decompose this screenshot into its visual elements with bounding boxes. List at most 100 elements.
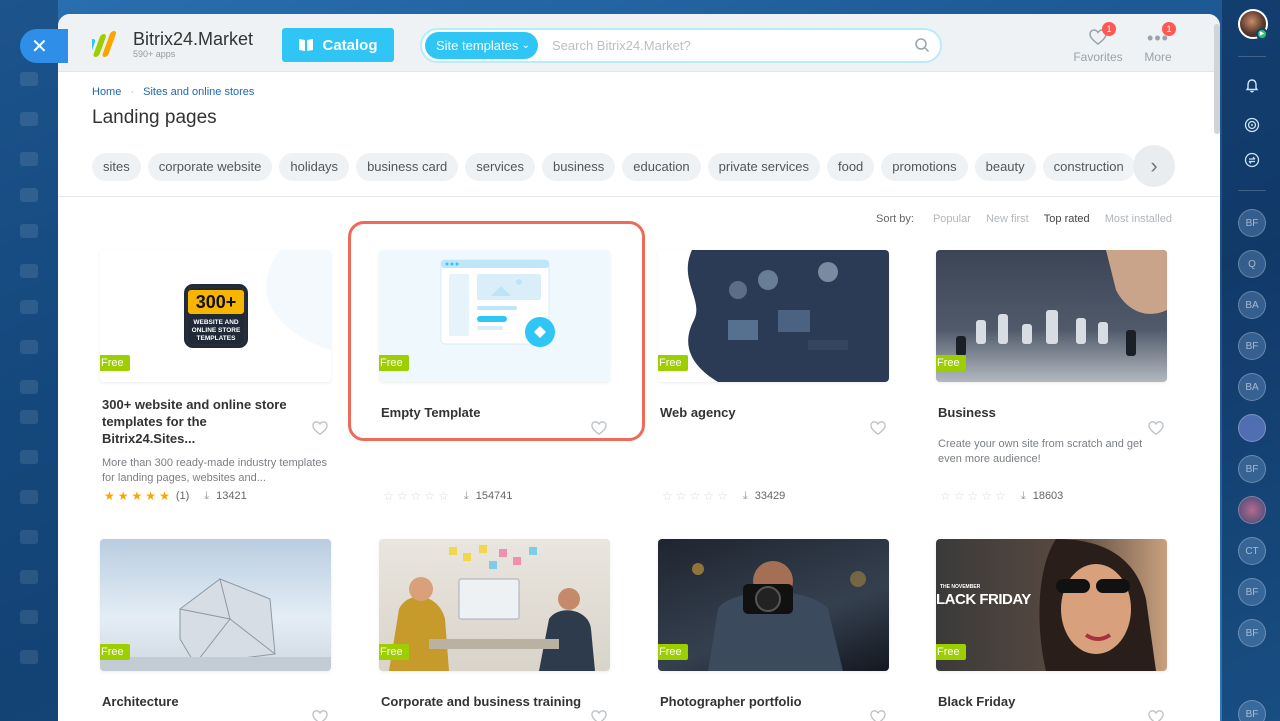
- card-thumbnail[interactable]: Free: [936, 250, 1167, 382]
- card-title[interactable]: 300+ website and online store templates …: [102, 396, 302, 447]
- star-icon: ☆: [424, 489, 436, 503]
- template-card[interactable]: Free Business Create your own site from …: [936, 250, 1167, 503]
- download-icon: ⤓: [204, 489, 210, 502]
- favorite-toggle[interactable]: [1147, 420, 1165, 436]
- bell-icon[interactable]: [1238, 72, 1266, 100]
- star-icon: ☆: [967, 489, 979, 503]
- target-icon[interactable]: [1238, 111, 1266, 139]
- tag-chip[interactable]: holidays: [279, 153, 350, 181]
- tag-chip[interactable]: food: [826, 153, 875, 181]
- tag-chip[interactable]: sites: [92, 153, 141, 181]
- card-thumbnail[interactable]: Free: [100, 539, 331, 671]
- chat-avatar[interactable]: CT: [1238, 537, 1266, 565]
- card-title[interactable]: Architecture: [102, 693, 302, 710]
- chips-scroll-right-button[interactable]: ›: [1133, 145, 1175, 187]
- card-title[interactable]: Photographer portfolio: [660, 693, 860, 710]
- favorites-button[interactable]: 1 Favorites: [1068, 22, 1128, 64]
- free-badge: Free: [936, 355, 966, 371]
- market-logo-icon[interactable]: [92, 31, 122, 57]
- card-title[interactable]: Web agency: [660, 404, 860, 421]
- sidebar-ghost-item: [20, 72, 38, 86]
- star-icon: ★: [117, 489, 129, 503]
- template-card[interactable]: 300+ WEBSITE AND ONLINE STORE TEMPLATES …: [100, 250, 331, 503]
- free-badge: Free: [100, 644, 130, 660]
- breadcrumb-separator: ·: [130, 86, 135, 98]
- template-card[interactable]: Free Web agency ☆ ☆ ☆ ☆ ☆ ⤓ 33429: [658, 250, 889, 503]
- template-card[interactable]: THE NOVEMBER LACK FRIDAY Free Black Frid…: [936, 539, 1167, 721]
- sort-most-installed[interactable]: Most installed: [1105, 213, 1172, 225]
- search-scope-dropdown[interactable]: Site templates ⌄: [425, 32, 538, 59]
- heart-icon: [312, 710, 328, 721]
- heart-icon: [1148, 710, 1164, 721]
- favorite-toggle[interactable]: [590, 709, 608, 721]
- sort-label: Sort by:: [876, 213, 914, 225]
- breadcrumb-section[interactable]: Sites and online stores: [143, 86, 254, 98]
- card-meta: ☆ ☆ ☆ ☆ ☆ ⤓ 33429: [662, 489, 785, 503]
- sync-icon[interactable]: [1238, 146, 1266, 174]
- tag-chip[interactable]: beauty: [974, 153, 1036, 181]
- market-panel: Bitrix24.Market 590+ apps Catalog Site t…: [58, 14, 1220, 721]
- chat-avatar[interactable]: BF: [1238, 578, 1266, 606]
- favorite-toggle[interactable]: [311, 420, 329, 436]
- template-card[interactable]: Free Photographer portfolio: [658, 539, 889, 721]
- card-thumbnail[interactable]: THE NOVEMBER LACK FRIDAY Free: [936, 539, 1167, 671]
- panel-scrollbar[interactable]: [1214, 24, 1220, 134]
- card-thumbnail[interactable]: 300+ WEBSITE AND ONLINE STORE TEMPLATES …: [100, 250, 331, 382]
- template-card[interactable]: Free Architecture: [100, 539, 331, 721]
- sort-new-first[interactable]: New first: [986, 213, 1029, 225]
- tag-chip[interactable]: education: [622, 153, 701, 181]
- template-card[interactable]: Free Empty Template ☆ ☆ ☆ ☆ ☆ ⤓ 154741: [379, 250, 610, 503]
- brand-title[interactable]: Bitrix24.Market: [133, 29, 253, 50]
- star-icon: ☆: [410, 489, 422, 503]
- search-icon[interactable]: [914, 37, 930, 53]
- tag-chip[interactable]: business: [541, 153, 616, 181]
- catalog-button[interactable]: Catalog: [282, 28, 394, 62]
- chat-avatar[interactable]: BA: [1238, 291, 1266, 319]
- chat-avatar[interactable]: BF: [1238, 700, 1266, 721]
- chat-avatar[interactable]: BF: [1238, 209, 1266, 237]
- tag-chip[interactable]: services: [465, 153, 535, 181]
- close-slider-button[interactable]: ✕: [20, 29, 68, 63]
- card-meta: ☆ ☆ ☆ ☆ ☆ ⤓ 154741: [383, 489, 512, 503]
- breadcrumb: Home · Sites and online stores: [92, 86, 254, 98]
- card-thumbnail[interactable]: Free: [379, 250, 610, 382]
- search-input[interactable]: [552, 32, 902, 59]
- chat-avatar[interactable]: [1238, 414, 1266, 442]
- chat-avatar[interactable]: [1238, 496, 1266, 524]
- sort-popular[interactable]: Popular: [933, 213, 971, 225]
- favorite-toggle[interactable]: [311, 709, 329, 721]
- favorite-toggle[interactable]: [869, 420, 887, 436]
- chat-avatar[interactable]: BA: [1238, 373, 1266, 401]
- chat-avatar[interactable]: Q: [1238, 250, 1266, 278]
- thumb-300-text: 300+: [188, 290, 244, 314]
- tag-chip[interactable]: business card: [356, 153, 459, 181]
- favorite-toggle[interactable]: [1147, 709, 1165, 721]
- thumb-300-subtext: WEBSITE AND ONLINE STORE TEMPLATES: [191, 319, 241, 342]
- favorite-toggle[interactable]: [869, 709, 887, 721]
- template-card[interactable]: Free Corporate and business training: [379, 539, 610, 721]
- card-title[interactable]: Corporate and business training: [381, 693, 586, 710]
- card-thumbnail[interactable]: Free: [658, 539, 889, 671]
- chat-avatar[interactable]: BF: [1238, 455, 1266, 483]
- chat-avatar[interactable]: BF: [1238, 332, 1266, 360]
- star-icon: ★: [131, 489, 143, 503]
- left-sidebar: [0, 0, 58, 721]
- card-title[interactable]: Empty Template: [381, 404, 581, 421]
- download-icon: ⤓: [463, 489, 469, 502]
- card-title[interactable]: Black Friday: [938, 693, 1138, 710]
- sort-top-rated[interactable]: Top rated: [1044, 213, 1090, 225]
- favorite-toggle[interactable]: [590, 420, 608, 436]
- chat-avatar[interactable]: BF: [1238, 619, 1266, 647]
- right-sidebar: ▶ BF Q BA BF BA BF CT BF BF BF: [1222, 0, 1280, 721]
- sidebar-ghost-item: [20, 224, 38, 238]
- thumbnail-art: [687, 250, 889, 382]
- tag-chip[interactable]: corporate website: [147, 153, 273, 181]
- more-button[interactable]: ••• 1 More: [1128, 22, 1188, 64]
- card-thumbnail[interactable]: Free: [379, 539, 610, 671]
- card-title[interactable]: Business: [938, 404, 1138, 421]
- tag-chip[interactable]: promotions: [881, 153, 968, 181]
- breadcrumb-home[interactable]: Home: [92, 86, 121, 98]
- tag-chip[interactable]: private services: [707, 153, 820, 181]
- sidebar-ghost-item: [20, 530, 38, 544]
- card-thumbnail[interactable]: Free: [658, 250, 889, 382]
